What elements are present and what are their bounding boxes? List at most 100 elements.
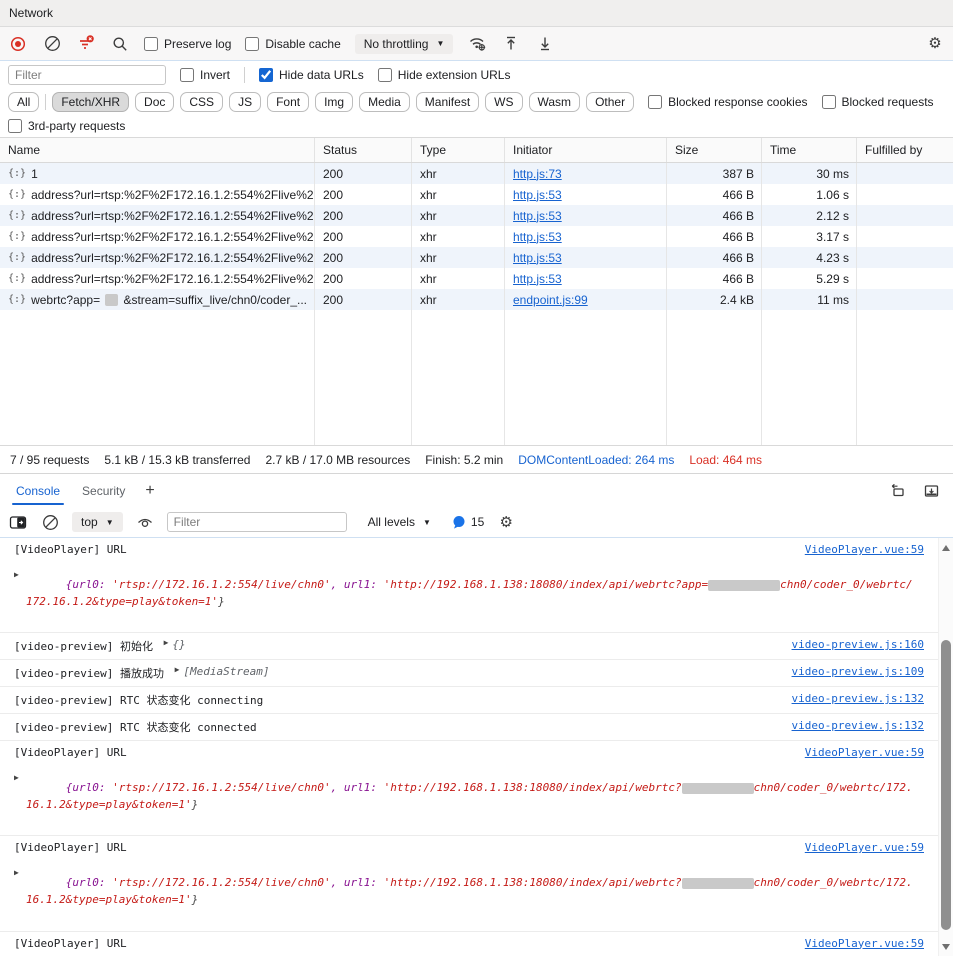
filter-funnel-icon[interactable] bbox=[76, 34, 96, 54]
network-filter-input[interactable] bbox=[8, 65, 166, 85]
clear-console-icon[interactable] bbox=[40, 512, 60, 532]
execution-context-dropdown[interactable]: top ▼ bbox=[72, 512, 123, 532]
type-filter-pill[interactable]: Fetch/XHR bbox=[52, 92, 129, 112]
request-name-cell[interactable]: {:} address?url=rtsp:%2F%2F172.16.1.2:55… bbox=[0, 251, 315, 265]
request-name-cell[interactable]: {:} address?url=rtsp:%2F%2F172.16.1.2:55… bbox=[0, 230, 315, 244]
scrollbar-thumb[interactable] bbox=[941, 640, 951, 930]
request-name-cell[interactable]: {:} address?url=rtsp:%2F%2F172.16.1.2:55… bbox=[0, 272, 315, 286]
scroll-down-arrow[interactable] bbox=[939, 939, 953, 954]
initiator-link[interactable]: http.js:53 bbox=[513, 230, 562, 244]
type-filter-pill[interactable]: Doc bbox=[135, 92, 174, 112]
hide-data-urls-checkbox-input[interactable] bbox=[259, 68, 273, 82]
table-row[interactable]: {:} 1 200 xhr http.js:73 387 B 30 ms bbox=[0, 163, 953, 184]
clear-network-log-icon[interactable] bbox=[42, 34, 62, 54]
console-message[interactable]: [video-preview] 初始化 ▶ {} video-preview.j… bbox=[0, 633, 938, 660]
blocked-response-cookies-checkbox[interactable]: Blocked response cookies bbox=[648, 95, 807, 109]
table-row[interactable]: {:} address?url=rtsp:%2F%2F172.16.1.2:55… bbox=[0, 184, 953, 205]
tab-console[interactable]: Console bbox=[6, 474, 70, 507]
preserve-log-checkbox-input[interactable] bbox=[144, 37, 158, 51]
table-row[interactable]: {:} address?url=rtsp:%2F%2F172.16.1.2:55… bbox=[0, 205, 953, 226]
initiator-link[interactable]: http.js:53 bbox=[513, 188, 562, 202]
source-link[interactable]: VideoPlayer.vue:59 bbox=[793, 746, 924, 759]
request-name-cell[interactable]: {:} 1 bbox=[0, 167, 315, 181]
invert-checkbox[interactable]: Invert bbox=[180, 68, 230, 82]
type-filter-pill[interactable]: Manifest bbox=[416, 92, 479, 112]
table-column-header[interactable]: Size bbox=[667, 138, 762, 162]
initiator-link[interactable]: http.js:53 bbox=[513, 272, 562, 286]
table-column-header[interactable]: Status bbox=[315, 138, 412, 162]
initiator-link[interactable]: http.js:53 bbox=[513, 251, 562, 265]
console-message[interactable]: [VideoPlayer] URL VideoPlayer.vue:59 ▶{u… bbox=[0, 741, 938, 836]
initiator-link[interactable]: http.js:53 bbox=[513, 209, 562, 223]
table-row[interactable]: {:} address?url=rtsp:%2F%2F172.16.1.2:55… bbox=[0, 247, 953, 268]
source-link[interactable]: VideoPlayer.vue:59 bbox=[793, 937, 924, 950]
table-column-header[interactable]: Fulfilled by bbox=[857, 138, 953, 162]
import-har-icon[interactable] bbox=[501, 34, 521, 54]
log-levels-dropdown[interactable]: All levels ▼ bbox=[359, 512, 440, 532]
blocked-requests-input[interactable] bbox=[822, 95, 836, 109]
third-party-requests-checkbox[interactable]: 3rd-party requests bbox=[8, 119, 125, 133]
console-message[interactable]: [VideoPlayer] URL VideoPlayer.vue:59 ▶{u… bbox=[0, 932, 938, 956]
request-name-cell[interactable]: {:} address?url=rtsp:%2F%2F172.16.1.2:55… bbox=[0, 188, 315, 202]
console-message[interactable]: [video-preview] 播放成功 ▶ [MediaStream] vid… bbox=[0, 660, 938, 687]
expand-triangle-icon[interactable]: ▶ bbox=[164, 638, 169, 647]
settings-gear-icon[interactable]: ⚙ bbox=[925, 34, 945, 54]
dock-drawer-icon[interactable] bbox=[921, 481, 941, 501]
scroll-up-arrow[interactable] bbox=[939, 540, 953, 555]
expand-triangle-icon[interactable]: ▶ bbox=[14, 772, 19, 784]
console-message-count[interactable]: 15 bbox=[452, 515, 484, 530]
table-row[interactable]: {:} address?url=rtsp:%2F%2F172.16.1.2:55… bbox=[0, 226, 953, 247]
expand-triangle-icon[interactable]: ▶ bbox=[14, 867, 19, 879]
blocked-requests-checkbox[interactable]: Blocked requests bbox=[822, 95, 934, 109]
add-tab-button[interactable]: + bbox=[137, 474, 162, 507]
console-message[interactable]: [VideoPlayer] URL VideoPlayer.vue:59 ▶{u… bbox=[0, 538, 938, 633]
console-sidebar-icon[interactable] bbox=[8, 512, 28, 532]
type-filter-pill[interactable]: Font bbox=[267, 92, 309, 112]
console-message[interactable]: [video-preview] RTC 状态变化 connecting vide… bbox=[0, 687, 938, 714]
live-expression-eye-icon[interactable] bbox=[135, 512, 155, 532]
type-filter-pill[interactable]: JS bbox=[229, 92, 261, 112]
console-message[interactable]: [VideoPlayer] URL VideoPlayer.vue:59 ▶{u… bbox=[0, 836, 938, 931]
expand-triangle-icon[interactable]: ▶ bbox=[14, 569, 19, 581]
undock-drawer-icon[interactable] bbox=[887, 481, 907, 501]
search-icon[interactable] bbox=[110, 34, 130, 54]
table-column-header[interactable]: Initiator bbox=[505, 138, 667, 162]
type-filter-pill[interactable]: WS bbox=[485, 92, 522, 112]
preserve-log-checkbox[interactable]: Preserve log bbox=[144, 37, 231, 51]
table-row[interactable]: {:} address?url=rtsp:%2F%2F172.16.1.2:55… bbox=[0, 268, 953, 289]
table-column-header[interactable]: Type bbox=[412, 138, 505, 162]
disable-cache-checkbox-input[interactable] bbox=[245, 37, 259, 51]
console-message[interactable]: [video-preview] RTC 状态变化 connected video… bbox=[0, 714, 938, 741]
hide-extension-urls-checkbox[interactable]: Hide extension URLs bbox=[378, 68, 511, 82]
type-filter-pill[interactable]: Img bbox=[315, 92, 353, 112]
table-column-header[interactable]: Time bbox=[762, 138, 857, 162]
hide-data-urls-checkbox[interactable]: Hide data URLs bbox=[259, 68, 364, 82]
request-name-cell[interactable]: {:} address?url=rtsp:%2F%2F172.16.1.2:55… bbox=[0, 209, 315, 223]
type-filter-pill[interactable]: Wasm bbox=[529, 92, 581, 112]
source-link[interactable]: VideoPlayer.vue:59 bbox=[793, 841, 924, 854]
hide-extension-urls-checkbox-input[interactable] bbox=[378, 68, 392, 82]
type-filter-pill[interactable]: CSS bbox=[180, 92, 223, 112]
throttling-dropdown[interactable]: No throttling ▼ bbox=[355, 34, 454, 54]
source-link[interactable]: VideoPlayer.vue:59 bbox=[793, 543, 924, 556]
source-link[interactable]: video-preview.js:132 bbox=[780, 719, 924, 732]
type-filter-all[interactable]: All bbox=[8, 92, 39, 112]
initiator-link[interactable]: http.js:73 bbox=[513, 167, 562, 181]
source-link[interactable]: video-preview.js:109 bbox=[780, 665, 924, 678]
request-name-cell[interactable]: {:} webrtc?app= &stream=suffix_live/chn0… bbox=[0, 293, 315, 307]
source-link[interactable]: video-preview.js:132 bbox=[780, 692, 924, 705]
console-filter-input[interactable] bbox=[167, 512, 347, 532]
source-link[interactable]: video-preview.js:160 bbox=[780, 638, 924, 651]
expand-triangle-icon[interactable]: ▶ bbox=[175, 665, 180, 674]
table-column-header[interactable]: Name bbox=[0, 138, 315, 162]
initiator-link[interactable]: endpoint.js:99 bbox=[513, 293, 588, 307]
blocked-response-cookies-input[interactable] bbox=[648, 95, 662, 109]
disable-cache-checkbox[interactable]: Disable cache bbox=[245, 37, 340, 51]
third-party-requests-input[interactable] bbox=[8, 119, 22, 133]
invert-checkbox-input[interactable] bbox=[180, 68, 194, 82]
type-filter-pill[interactable]: Media bbox=[359, 92, 410, 112]
table-row[interactable]: {:} webrtc?app= &stream=suffix_live/chn0… bbox=[0, 289, 953, 310]
console-scrollbar[interactable] bbox=[938, 538, 953, 956]
type-filter-pill[interactable]: Other bbox=[586, 92, 634, 112]
record-network-log-icon[interactable] bbox=[8, 34, 28, 54]
